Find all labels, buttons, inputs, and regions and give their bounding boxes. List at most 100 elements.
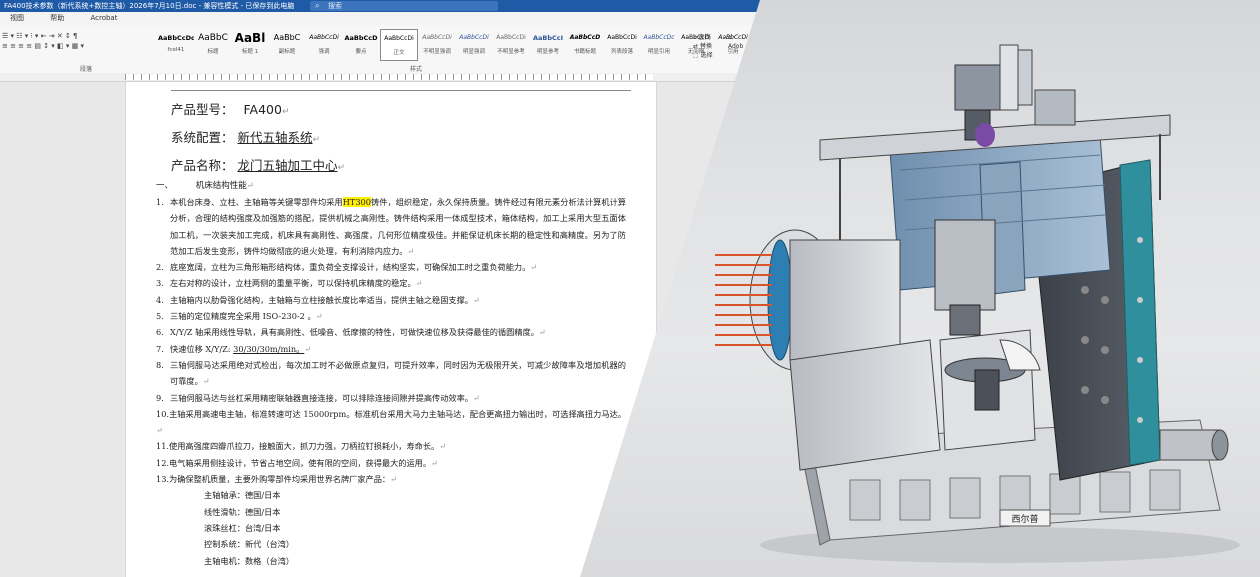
product-name-line: 产品名称： 龙门五轴加工中心↵: [171, 158, 346, 173]
style-preview: AaBbCcDi: [422, 34, 452, 41]
style-name: 强调: [318, 49, 330, 55]
menu-view[interactable]: 视图: [10, 14, 24, 22]
style-name: 标题: [207, 49, 219, 55]
item-number: 3.: [156, 278, 164, 289]
group-paragraph-label: 段落: [80, 66, 93, 73]
style-preview: AaBbCcDi: [459, 34, 489, 41]
style-item[interactable]: AaBbCcD 书籍标题: [567, 29, 603, 59]
list-buttons[interactable]: ☰ ▾ ☷ ▾ ⁝ ▾ ⇤ ⇥ ✕ ↕ ¶: [2, 31, 84, 41]
section-number: 一、: [156, 181, 174, 191]
style-item[interactable]: AaBbC 副标题: [269, 29, 305, 59]
style-preview: AaBbCcD: [344, 34, 378, 42]
list-item: 12.电气箱采用侧挂设计，节省占地空间，使有限的空间，获得最大的运用。↵: [156, 457, 438, 468]
item-text: 快速位移 X/Y/Z:: [170, 343, 234, 354]
style-item[interactable]: AaBbCcDi 明显强调: [456, 29, 492, 59]
model-value: FA400: [243, 102, 282, 117]
menu-acrobat[interactable]: Acrobat: [90, 14, 117, 22]
product-model-line: 产品型号： FA400↵: [171, 102, 290, 117]
style-name: 要点: [355, 49, 367, 55]
config-value: 新代五轴系统: [237, 130, 313, 145]
style-name: 列表段落: [610, 49, 633, 55]
item-text: 为确保整机质量，主要外购零部件均采用世界名牌厂家产品：: [169, 474, 391, 485]
style-name: 标题 1: [241, 49, 259, 55]
list-item: 7. 快速位移 X/Y/Z: 30/30/30m/min。↵: [156, 341, 626, 357]
replace-icon: ⇄: [693, 43, 699, 50]
list-item: 8. 三轴伺服马达采用绝对式检出，每次加工时不必做原点复归，可提升效率，同时因为…: [156, 357, 626, 390]
styles-gallery: AaBbCcDd fcel41 AaBbC 标题 AaBl 标题 1 AaBbC…: [158, 29, 752, 61]
style-preview: AaBbCcDi: [384, 35, 414, 42]
select-icon: ⬚: [693, 52, 699, 59]
ribbon: ☰ ▾ ☷ ▾ ⁝ ▾ ⇤ ⇥ ✕ ↕ ¶ ≡ ≡ ≡ ≡ ▤ ↕ ▾ ◧ ▾ …: [0, 25, 760, 74]
style-item[interactable]: AaBbCcI 明显参考: [530, 29, 566, 59]
style-name: 不明显参考: [497, 49, 525, 55]
style-item[interactable]: AaBbCcDc 明显引用: [641, 29, 677, 59]
list-item: 2. 底座宽阔，立柱为三角形箱形结构体，重负荷全支撑设计，结构坚实，可确保加工时…: [156, 259, 626, 275]
style-name: fcel41: [167, 47, 185, 53]
style-item-selected[interactable]: AaBbCcDi 正文: [380, 29, 418, 61]
style-item[interactable]: AaBbCcD 要点: [343, 29, 379, 59]
style-item[interactable]: AaBbC 标题: [195, 29, 231, 59]
item-number: 10.: [156, 408, 170, 419]
list-item: 13.为确保整机质量，主要外购零部件均采用世界名牌厂家产品：↵: [156, 474, 397, 485]
brand-item: 主轴轴承：德国/日本: [204, 490, 281, 501]
item-number: 4.: [156, 294, 164, 305]
style-item[interactable]: AaBbCcDi 不明显参考: [493, 29, 529, 59]
style-item[interactable]: AaBbCcDi 列表段落: [604, 29, 640, 59]
item-text: 主轴箱内以肋骨强化结构，主轴箱与立柱接触长度比率适当，提供主轴之稳固支撑。: [170, 294, 473, 305]
style-item[interactable]: AaBbCcDd fcel41: [158, 29, 194, 59]
brand-item: 滚珠丝杠：台湾/日本: [204, 522, 281, 533]
speed-value: 30/30/30m/min。: [233, 343, 305, 354]
feature-list: 1. 本机台床身、立柱、主轴箱等关键零部件均采用HT300铸件，组织稳定，永久保…: [156, 194, 626, 569]
section-heading: 一、 机床结构性能↵: [156, 181, 254, 191]
list-item: 9. 三轴伺服马达与丝杠采用精密联轴器直接连接，可以排除连接间隙并提高传动效率。…: [156, 390, 626, 406]
align-buttons[interactable]: ≡ ≡ ≡ ≡ ▤ ↕ ▾ ◧ ▾ ▦ ▾: [2, 41, 84, 51]
style-name: 明显引用: [647, 49, 670, 55]
search-box[interactable]: ⌕ 搜索: [310, 1, 498, 11]
item-text: 三轴伺服马达采用绝对式检出，每次加工时不必做原点复归，可提升效率，同时因为无极限…: [170, 359, 626, 387]
style-preview: AaBbC: [198, 33, 228, 43]
brand-item: 控制系统：新代（台湾）: [204, 539, 295, 550]
style-preview: AaBbC: [273, 33, 301, 42]
style-name: 正文: [393, 50, 405, 56]
search-icon: ⌕: [315, 1, 320, 10]
name-label: 产品名称：: [171, 158, 234, 173]
item-number: 7.: [156, 343, 164, 354]
name-value: 龙门五轴加工中心: [237, 158, 338, 173]
machine-3d-render: 西尔普: [715, 44, 1240, 563]
style-item[interactable]: AaBbCcDi 不明显强调: [419, 29, 455, 59]
item-text: 本机台床身、立柱、主轴箱等关键零部件均采用: [170, 197, 343, 207]
search-placeholder: 搜索: [328, 2, 342, 10]
style-name: 副标题: [278, 49, 296, 55]
highlighted-text: HT300: [342, 197, 371, 207]
item-number: 2.: [156, 262, 164, 273]
item-number: 6.: [156, 327, 164, 338]
style-preview: AaBbCcDc: [643, 34, 675, 41]
side-motor: [1159, 429, 1229, 461]
window-title: FA400技术参数（新代系统+数控主轴）2026年7月10日.doc - 兼容性…: [4, 2, 295, 10]
item-text: 电气箱采用侧挂设计，节省占地空间，使有限的空间，获得最大的运用。: [169, 457, 432, 468]
item-text: 主轴采用高速电主轴，标准转速可达 15000rpm。标准机台采用大马力主轴马达，…: [169, 408, 626, 419]
list-item: 5. 三轴的定位精度完全采用 ISO-230-2 。↵: [156, 308, 626, 324]
item-number: 9.: [156, 392, 164, 403]
style-preview: AaBbCcDi: [496, 34, 526, 41]
ruler-scale[interactable]: [125, 74, 653, 80]
menu-bar: 视图 帮助 Acrobat: [0, 12, 760, 25]
spindle-head: [934, 219, 996, 336]
style-preview: AaBbCcDi: [309, 34, 339, 41]
list-item: 4. 主轴箱内以肋骨强化结构，主轴箱与立柱接触长度比率适当，提供主轴之稳固支撑。…: [156, 292, 626, 308]
list-item: 1. 本机台床身、立柱、主轴箱等关键零部件均采用HT300铸件，组织稳定，永久保…: [156, 194, 626, 259]
style-preview: AaBbCcDd: [158, 34, 194, 42]
item-number: 8.: [156, 359, 164, 370]
style-item[interactable]: AaBbCcDi 强调: [306, 29, 342, 59]
item-number: 5.: [156, 311, 164, 322]
style-name: 不明显强调: [423, 49, 451, 55]
menu-help[interactable]: 帮助: [50, 14, 64, 22]
list-item: 11.使用高强度四瓣爪拉刀，接触面大，抓刀力强，刀柄拉钉损耗小，寿命长。↵: [156, 441, 447, 452]
item-text: 底座宽阔，立柱为三角形箱形结构体，重负荷全支撑设计，结构坚实，可确保加工时之重负…: [170, 262, 531, 273]
style-item[interactable]: AaBl 标题 1: [232, 29, 268, 59]
system-config-line: 系统配置： 新代五轴系统↵: [171, 130, 321, 145]
list-item: 3. 左右对称的设计，立柱两侧的重量平衡，可以保持机床精度的稳定。↵: [156, 275, 626, 291]
item-text: 三轴的定位精度完全采用 ISO-230-2 。: [170, 311, 316, 322]
document-page[interactable]: 产品型号： FA400↵ 系统配置： 新代五轴系统↵ 产品名称： 龙门五轴加工中…: [125, 82, 657, 577]
config-label: 系统配置：: [171, 130, 234, 145]
